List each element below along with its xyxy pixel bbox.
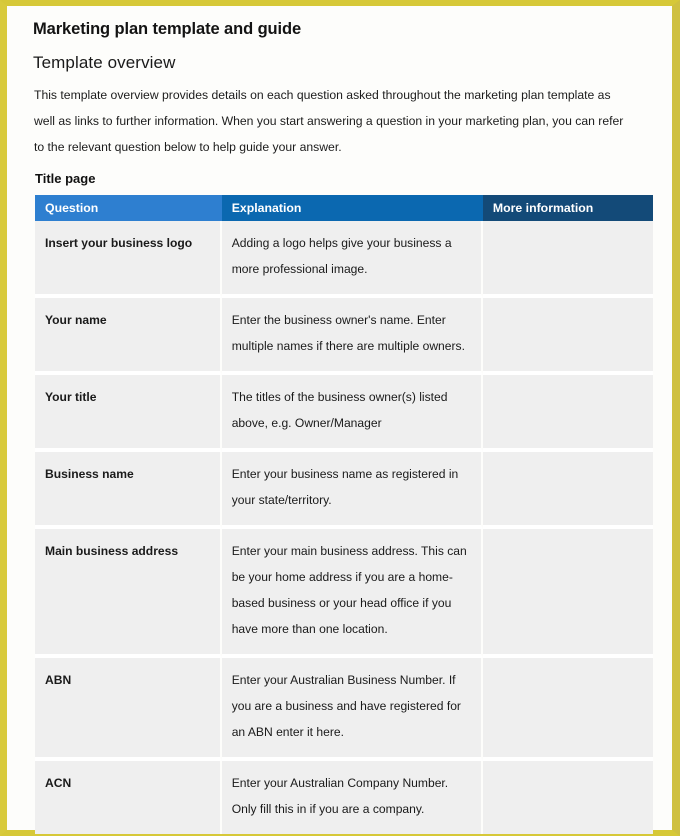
cell-question: Business name [35, 452, 222, 529]
table-header: Question Explanation More information [35, 195, 653, 221]
page-border-frame: Marketing plan template and guide Templa… [0, 0, 680, 836]
cell-explanation: Enter your business name as registered i… [221, 452, 483, 529]
cell-question: ACN [35, 761, 222, 834]
cell-question: Your title [35, 375, 222, 452]
cell-more-information [482, 375, 653, 452]
table-body: Insert your business logo Adding a logo … [35, 221, 653, 834]
subsection-heading: Title page [35, 171, 96, 186]
cell-explanation: Enter the business owner's name. Enter m… [221, 298, 483, 375]
document-page: Marketing plan template and guide Templa… [7, 6, 672, 834]
table-row: Your name Enter the business owner's nam… [35, 298, 653, 375]
table-row: Insert your business logo Adding a logo … [35, 221, 653, 298]
cell-more-information [482, 529, 653, 658]
cell-more-information [482, 298, 653, 375]
cell-explanation: Enter your Australian Company Number. On… [221, 761, 483, 834]
cell-question: Insert your business logo [35, 221, 222, 298]
column-header-more-information: More information [482, 195, 653, 221]
page-title: Marketing plan template and guide [33, 20, 302, 38]
table-header-row: Question Explanation More information [35, 195, 653, 221]
table-row: Main business address Enter your main bu… [35, 529, 653, 658]
cell-explanation: The titles of the business owner(s) list… [221, 375, 483, 452]
cell-more-information [482, 761, 653, 834]
cell-more-information [482, 658, 653, 761]
section-heading: Template overview [33, 53, 176, 72]
column-header-question: Question [35, 195, 222, 221]
table-row: Your title The titles of the business ow… [35, 375, 653, 452]
cell-question: ABN [35, 658, 222, 761]
cell-question: Main business address [35, 529, 222, 658]
table-row: ABN Enter your Australian Business Numbe… [35, 658, 653, 761]
cell-more-information [482, 452, 653, 529]
cell-question: Your name [35, 298, 222, 375]
table-row: ACN Enter your Australian Company Number… [35, 761, 653, 834]
cell-explanation: Enter your main business address. This c… [221, 529, 483, 658]
column-header-explanation: Explanation [221, 195, 483, 221]
table-row: Business name Enter your business name a… [35, 452, 653, 529]
intro-paragraph: This template overview provides details … [34, 88, 624, 154]
cell-explanation: Enter your Australian Business Number. I… [221, 658, 483, 761]
cell-explanation: Adding a logo helps give your business a… [221, 221, 483, 298]
cell-more-information [482, 221, 653, 298]
title-page-table: Question Explanation More information In… [35, 195, 653, 834]
